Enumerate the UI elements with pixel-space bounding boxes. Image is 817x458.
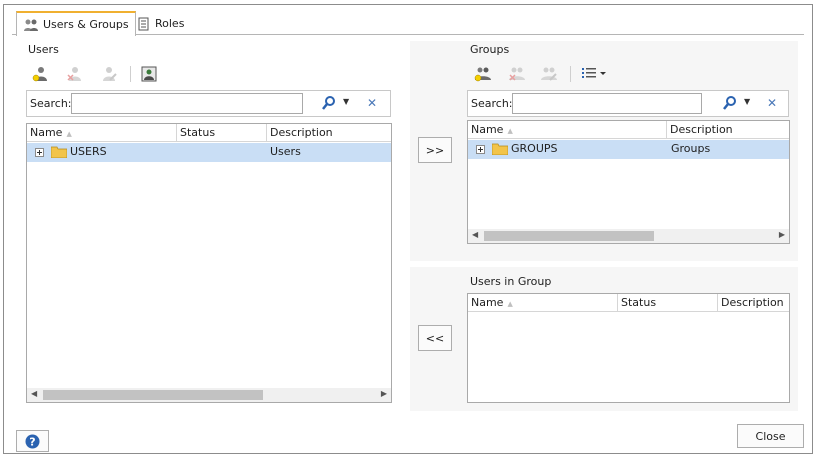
expand-icon[interactable] — [35, 148, 44, 157]
edit-group-icon — [541, 67, 557, 81]
tab-roles[interactable]: Roles — [130, 11, 192, 35]
users-search-label: Search: — [30, 97, 72, 110]
column-description[interactable]: Description — [667, 121, 789, 139]
users-icon — [24, 19, 38, 31]
close-button[interactable]: Close — [737, 424, 804, 448]
users-in-group-grid-header: Name ▲ Status Description — [468, 294, 789, 312]
groups-search-input[interactable] — [512, 93, 702, 114]
clear-search-icon[interactable]: ✕ — [767, 96, 777, 110]
expand-icon[interactable] — [476, 145, 485, 154]
column-name[interactable]: Name ▲ — [468, 121, 667, 139]
scroll-thumb[interactable] — [43, 390, 263, 400]
edit-group-button[interactable] — [540, 65, 558, 83]
users-groups-dialog: Users & Groups Roles Users Search: ▼ ✕ N… — [3, 4, 813, 454]
scroll-left-icon[interactable]: ◀ — [472, 230, 478, 239]
users-horizontal-scrollbar[interactable]: ◀ ▶ — [27, 388, 391, 402]
groups-title: Groups — [470, 43, 510, 56]
users-search-bar: Search: ▼ ✕ — [26, 90, 391, 117]
add-to-group-button[interactable]: >> — [418, 137, 452, 163]
column-status[interactable]: Status — [177, 124, 267, 142]
add-group-button[interactable] — [474, 65, 492, 83]
users-grid: Name ▲ Status Description USERS Users ◀ ▶ — [26, 123, 392, 403]
groups-grid: Name ▲ Description GROUPS Groups ◀ ▶ — [467, 120, 790, 244]
add-user-button[interactable] — [32, 65, 50, 83]
search-options-dropdown-icon[interactable]: ▼ — [744, 97, 750, 106]
column-description[interactable]: Description — [718, 294, 789, 312]
users-in-group-title: Users in Group — [470, 275, 552, 288]
folder-icon — [492, 143, 508, 155]
help-button[interactable]: ? — [16, 430, 49, 452]
help-icon: ? — [25, 434, 40, 448]
row-name: USERS — [70, 145, 107, 158]
edit-user-button[interactable] — [100, 65, 118, 83]
delete-group-icon — [509, 67, 525, 81]
search-options-dropdown-icon[interactable]: ▼ — [343, 97, 349, 106]
column-description[interactable]: Description — [267, 124, 391, 142]
search-icon[interactable] — [321, 95, 337, 111]
groups-search-bar: Search: ▼ ✕ — [467, 90, 789, 117]
delete-user-icon — [67, 67, 81, 81]
svg-text:?: ? — [29, 435, 35, 448]
scroll-right-icon[interactable]: ▶ — [381, 389, 387, 398]
column-name[interactable]: Name ▲ — [468, 294, 618, 312]
users-title: Users — [28, 43, 59, 56]
search-icon[interactable] — [722, 95, 738, 111]
tab-users-groups[interactable]: Users & Groups — [16, 11, 136, 36]
row-description: Groups — [671, 142, 711, 155]
row-name: GROUPS — [511, 142, 558, 155]
toolbar-separator — [130, 66, 131, 82]
users-search-input[interactable] — [71, 93, 303, 114]
column-name[interactable]: Name ▲ — [27, 124, 177, 142]
groups-horizontal-scrollbar[interactable]: ◀ ▶ — [468, 229, 789, 243]
scroll-right-icon[interactable]: ▶ — [779, 230, 785, 239]
groups-grid-header: Name ▲ Description — [468, 121, 789, 139]
groups-search-label: Search: — [471, 97, 513, 110]
column-status[interactable]: Status — [618, 294, 718, 312]
delete-group-button[interactable] — [508, 65, 526, 83]
remove-from-group-button[interactable]: << — [418, 325, 452, 351]
scroll-thumb[interactable] — [484, 231, 654, 241]
folder-icon — [51, 146, 67, 158]
tab-roles-label: Roles — [155, 17, 185, 30]
scroll-left-icon[interactable]: ◀ — [31, 389, 37, 398]
edit-user-icon — [103, 67, 117, 81]
list-icon — [582, 68, 606, 78]
row-description: Users — [270, 145, 301, 158]
user-properties-button[interactable] — [140, 65, 158, 83]
add-group-icon — [474, 67, 491, 82]
table-row[interactable]: GROUPS Groups — [468, 140, 789, 159]
users-in-group-grid: Name ▲ Status Description — [467, 293, 790, 403]
roles-icon — [138, 17, 149, 30]
clear-search-icon[interactable]: ✕ — [367, 96, 377, 110]
add-user-icon — [32, 67, 47, 82]
delete-user-button[interactable] — [66, 65, 84, 83]
user-properties-icon — [141, 66, 157, 82]
toolbar-separator — [570, 66, 571, 82]
table-row[interactable]: USERS Users — [27, 143, 391, 162]
view-options-button[interactable] — [582, 65, 608, 83]
users-grid-header: Name ▲ Status Description — [27, 124, 391, 142]
tab-users-groups-label: Users & Groups — [43, 18, 129, 31]
